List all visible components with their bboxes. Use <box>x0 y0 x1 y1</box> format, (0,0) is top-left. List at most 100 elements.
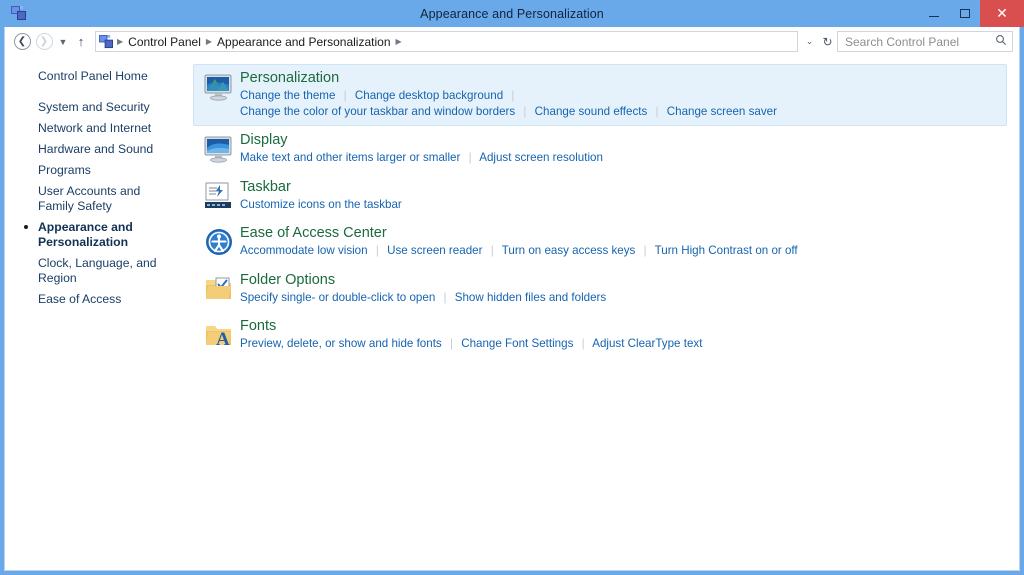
search-box[interactable] <box>837 31 1013 52</box>
link-separator: | <box>439 290 452 306</box>
category-list: Personalization Change the theme | Chang… <box>185 56 1019 570</box>
category-title[interactable]: Fonts <box>240 318 1003 335</box>
breadcrumb-separator-icon[interactable]: ▶ <box>395 37 403 46</box>
category-body: Display Make text and other items larger… <box>240 132 1003 166</box>
sidebar-item-label: Clock, Language, and Region <box>38 256 157 285</box>
taskbar-icon <box>203 180 235 212</box>
folder-options-icon <box>203 273 235 305</box>
link-change-the-theme[interactable]: Change the theme <box>240 89 335 102</box>
category-folder-options[interactable]: Folder Options Specify single- or double… <box>193 266 1007 313</box>
category-taskbar[interactable]: Taskbar Customize icons on the taskbar <box>193 173 1007 220</box>
sidebar-item-network-and-internet[interactable]: Network and Internet <box>5 118 185 139</box>
ease-of-access-icon <box>203 226 235 258</box>
up-button[interactable]: ↑ <box>71 34 91 49</box>
sidebar-item-label: Hardware and Sound <box>38 142 153 156</box>
category-links: Preview, delete, or show and hide fonts … <box>240 336 1003 352</box>
category-ease-of-access-center[interactable]: Ease of Access Center Accommodate low vi… <box>193 219 1007 266</box>
forward-arrow-icon: ❯ <box>36 33 53 50</box>
category-body: Taskbar Customize icons on the taskbar <box>240 179 1003 213</box>
category-body: Personalization Change the theme | Chang… <box>240 70 1003 119</box>
fonts-folder-icon: A <box>203 319 235 351</box>
category-body: Fonts Preview, delete, or show and hide … <box>240 318 1003 352</box>
refresh-button[interactable]: ↻ <box>818 35 837 49</box>
link-separator: | <box>651 104 664 120</box>
sidebar-item-label: User Accounts and Family Safety <box>38 184 140 213</box>
sidebar-item-label: Appearance and Personalization <box>38 220 133 249</box>
link-specify-single-or-double-click-to-open[interactable]: Specify single- or double-click to open <box>240 291 435 304</box>
sidebar-item-label: Network and Internet <box>38 121 151 135</box>
category-links: Change the theme | Change desktop backgr… <box>240 88 1003 119</box>
recent-locations-button[interactable]: ▼ <box>55 37 71 47</box>
control-panel-window: Appearance and Personalization ✕ ❮ ❯ ▼ ↑ <box>0 0 1024 575</box>
link-row: Accommodate low vision | Use screen read… <box>240 243 1003 259</box>
link-make-text-and-other-items-larger-or-smaller[interactable]: Make text and other items larger or smal… <box>240 151 460 164</box>
sidebar-item-label: Programs <box>38 163 91 177</box>
category-title[interactable]: Taskbar <box>240 179 1003 196</box>
link-separator: | <box>577 336 590 352</box>
category-links: Specify single- or double-click to open … <box>240 290 1003 306</box>
control-panel-icon[interactable] <box>11 6 27 21</box>
sidebar-item-hardware-and-sound[interactable]: Hardware and Sound <box>5 139 185 160</box>
link-change-font-settings[interactable]: Change Font Settings <box>461 337 573 350</box>
back-button[interactable]: ❮ <box>11 31 33 53</box>
sidebar-item-appearance-and-personalization[interactable]: Appearance and Personalization <box>5 217 185 253</box>
close-button[interactable]: ✕ <box>980 0 1024 27</box>
display-monitor-icon <box>203 133 235 165</box>
sidebar-item-user-accounts-and-family-safety[interactable]: User Accounts and Family Safety <box>5 181 185 217</box>
link-adjust-screen-resolution[interactable]: Adjust screen resolution <box>479 151 603 164</box>
breadcrumb-appearance[interactable]: Appearance and Personalization <box>213 35 394 49</box>
sidebar-item-control-panel-home[interactable]: Control Panel Home <box>5 66 185 87</box>
category-personalization[interactable]: Personalization Change the theme | Chang… <box>193 64 1007 126</box>
link-row: Customize icons on the taskbar <box>240 197 1003 213</box>
forward-button[interactable]: ❯ <box>33 31 55 53</box>
category-title[interactable]: Folder Options <box>240 272 1003 289</box>
bullet-icon <box>24 225 28 229</box>
search-input[interactable] <box>843 34 995 50</box>
link-separator: | <box>486 243 499 259</box>
link-change-desktop-background[interactable]: Change desktop background <box>355 89 503 102</box>
link-adjust-cleartype-text[interactable]: Adjust ClearType text <box>592 337 702 350</box>
link-row: Make text and other items larger or smal… <box>240 150 1003 166</box>
personalization-monitor-icon <box>203 71 235 103</box>
close-icon: ✕ <box>996 5 1008 22</box>
link-accommodate-low-vision[interactable]: Accommodate low vision <box>240 244 368 257</box>
link-separator: | <box>518 104 531 120</box>
window-controls: ✕ <box>918 0 1024 27</box>
category-body: Folder Options Specify single- or double… <box>240 272 1003 306</box>
category-fonts[interactable]: A Fonts Preview, delete, or show and hid… <box>193 312 1007 359</box>
category-title[interactable]: Ease of Access Center <box>240 225 1003 242</box>
link-separator: | <box>506 88 519 104</box>
back-arrow-icon: ❮ <box>14 33 31 50</box>
sidebar-item-ease-of-access[interactable]: Ease of Access <box>5 289 185 310</box>
client-area: ❮ ❯ ▼ ↑ ▶ Control Panel <box>4 27 1020 571</box>
link-customize-icons-on-the-taskbar[interactable]: Customize icons on the taskbar <box>240 198 402 211</box>
sidebar-item-system-and-security[interactable]: System and Security <box>5 97 185 118</box>
search-icon[interactable] <box>995 33 1007 51</box>
sidebar-item-clock-language-and-region[interactable]: Clock, Language, and Region <box>5 253 185 289</box>
sidebar-item-programs[interactable]: Programs <box>5 160 185 181</box>
link-change-sound-effects[interactable]: Change sound effects <box>535 105 648 118</box>
category-title[interactable]: Personalization <box>240 70 1003 87</box>
category-display[interactable]: Display Make text and other items larger… <box>193 126 1007 173</box>
link-change-screen-saver[interactable]: Change screen saver <box>667 105 777 118</box>
category-links: Accommodate low vision | Use screen read… <box>240 243 1003 259</box>
minimize-button[interactable] <box>918 0 949 27</box>
link-preview-delete-or-show-and-hide-fonts[interactable]: Preview, delete, or show and hide fonts <box>240 337 442 350</box>
navigation-bar: ❮ ❯ ▼ ↑ ▶ Control Panel <box>5 27 1019 56</box>
link-row: Preview, delete, or show and hide fonts … <box>240 336 1003 352</box>
link-show-hidden-files-and-folders[interactable]: Show hidden files and folders <box>455 291 606 304</box>
link-change-the-color-of-your-taskbar-and-window-borders[interactable]: Change the color of your taskbar and win… <box>240 105 515 118</box>
link-separator: | <box>371 243 384 259</box>
breadcrumb-control-panel[interactable]: Control Panel <box>124 35 205 49</box>
category-links: Customize icons on the taskbar <box>240 197 1003 213</box>
title-bar[interactable]: Appearance and Personalization ✕ <box>0 0 1024 27</box>
address-bar[interactable]: ▶ Control Panel ▶ Appearance and Persona… <box>95 31 798 52</box>
link-use-screen-reader[interactable]: Use screen reader <box>387 244 482 257</box>
link-turn-high-contrast-on-or-off[interactable]: Turn High Contrast on or off <box>655 244 798 257</box>
maximize-icon <box>960 9 970 18</box>
address-dropdown-button[interactable]: ⌄ <box>801 36 818 47</box>
category-title[interactable]: Display <box>240 132 1003 149</box>
link-separator: | <box>445 336 458 352</box>
link-turn-on-easy-access-keys[interactable]: Turn on easy access keys <box>502 244 636 257</box>
maximize-button[interactable] <box>949 0 980 27</box>
